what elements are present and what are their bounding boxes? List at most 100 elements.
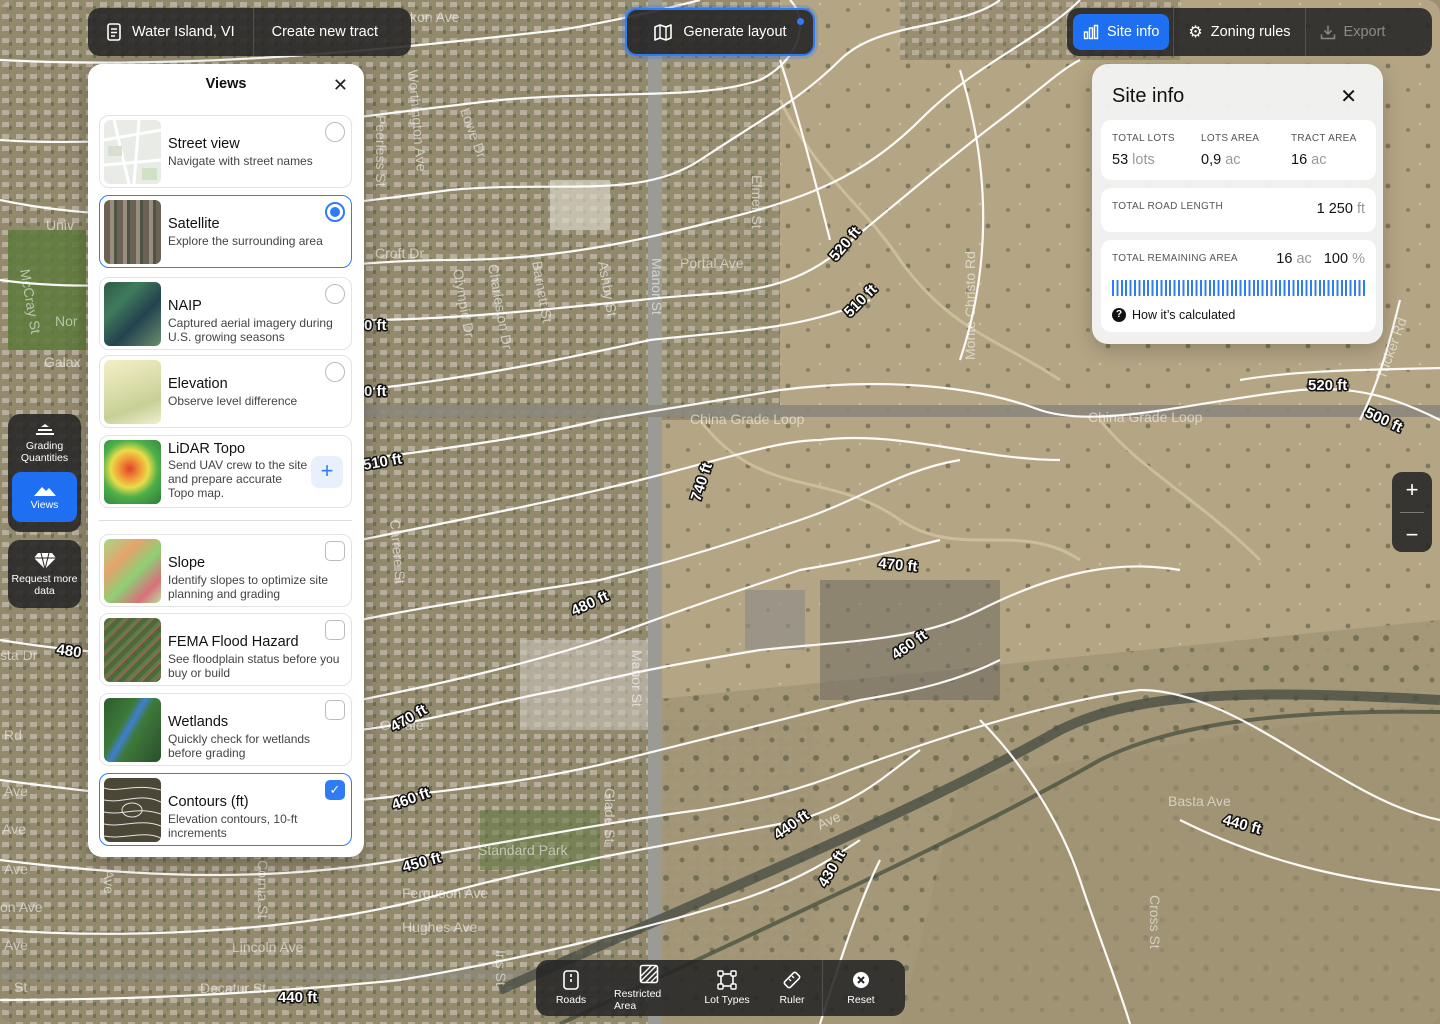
lots-area-value: 0,9 ac — [1201, 152, 1259, 168]
street-label: Manor St — [649, 258, 665, 315]
satellite-thumbnail — [104, 200, 161, 264]
street-label: Decatur St — [200, 980, 266, 996]
generate-layout-button[interactable]: Generate layout — [625, 8, 815, 56]
close-icon[interactable]: ✕ — [1340, 84, 1357, 109]
lots-summary-card: TOTAL LOTS 53 lots LOTS AREA 0,9 ac TRAC… — [1101, 120, 1376, 180]
road-icon — [563, 970, 579, 990]
radio-button[interactable] — [325, 284, 345, 304]
contour-label: 440 ft — [278, 989, 317, 1006]
radio-button[interactable] — [325, 122, 345, 142]
view-option-lidar[interactable]: LiDAR Topo Send UAV crew to the site and… — [99, 435, 352, 508]
street-view-thumbnail — [104, 120, 161, 184]
create-tract-button[interactable]: Create new tract — [254, 8, 396, 56]
ruler-label: Ruler — [779, 994, 805, 1006]
site-info-title: Site info — [1112, 85, 1185, 107]
radio-button[interactable] — [325, 362, 345, 382]
view-option-wetlands[interactable]: Wetlands Quickly check for wetlands befo… — [99, 693, 352, 766]
total-lots-value: 53 lots — [1112, 152, 1175, 168]
street-label: sta Dr — [0, 647, 38, 663]
how-calculated-link[interactable]: ? How it’s calculated — [1112, 308, 1235, 322]
lots-area-unit: ac — [1225, 152, 1241, 168]
bar-chart-icon — [1083, 24, 1099, 40]
street-label: Nor — [55, 313, 78, 329]
left-rail: Grading Quantities Views — [8, 414, 81, 532]
reset-tool[interactable]: Reset — [823, 960, 899, 1016]
tract-area-unit: ac — [1311, 152, 1327, 168]
location-selector[interactable]: Water Island, VI — [88, 8, 253, 56]
close-icon[interactable]: ✕ — [333, 75, 348, 96]
street-label: China Grade Loop — [1088, 409, 1203, 425]
view-desc: Observe level difference — [168, 394, 298, 408]
street-label: Cross St — [1147, 895, 1163, 949]
view-desc: Captured aerial imagery during U.S. grow… — [168, 316, 333, 344]
remaining-area-number: 16 — [1276, 251, 1293, 267]
views-panel-title: Views — [205, 76, 247, 92]
view-name: Wetlands — [168, 714, 229, 730]
roads-tool[interactable]: Roads — [536, 960, 606, 1016]
contour-label: 520 ft — [1308, 377, 1347, 394]
view-option-fema[interactable]: FEMA Flood Hazard See floodplain status … — [99, 613, 352, 686]
remaining-pct-number: 100 — [1323, 251, 1349, 267]
grading-quantities-button[interactable]: Grading Quantities — [12, 418, 77, 468]
street-label: Galax — [44, 354, 81, 370]
view-option-naip[interactable]: NAIP Captured aerial imagery during U.S.… — [99, 277, 352, 350]
zoning-rules-button[interactable]: ⚙ Zoning rules — [1178, 14, 1300, 50]
lot-types-tool[interactable]: Lot Types — [692, 960, 762, 1016]
request-more-data-button[interactable]: Request more data — [8, 540, 81, 608]
remaining-area-label: TOTAL REMAINING AREA — [1112, 253, 1238, 264]
total-lots-unit: lots — [1132, 152, 1155, 168]
view-desc: Navigate with street names — [168, 154, 313, 168]
contour-label: 0 ft — [364, 317, 387, 334]
hatched-square-icon — [639, 964, 659, 984]
ruler-icon — [783, 971, 801, 989]
street-label: China Grade Loop — [690, 411, 805, 427]
zoom-in-button[interactable]: + — [1406, 477, 1419, 503]
grading-label: Grading Quantities — [20, 439, 69, 464]
street-map-icon — [104, 120, 161, 184]
lots-area-label: LOTS AREA — [1201, 133, 1260, 144]
contours-thumbnail — [104, 778, 161, 842]
bounding-box-icon — [717, 970, 737, 990]
view-desc: Quickly check for wetlands before gradin… — [168, 732, 311, 760]
checkbox[interactable] — [325, 541, 345, 561]
slope-thumbnail — [104, 539, 161, 603]
restricted-area-tool[interactable]: Restricted Area — [606, 960, 692, 1016]
zoom-out-button[interactable]: − — [1406, 522, 1419, 548]
total-lots-number: 53 — [1112, 152, 1129, 168]
street-label: Ferguson Ave — [402, 885, 488, 901]
checkbox-checked[interactable]: ✓ — [325, 780, 345, 800]
radio-button-selected[interactable] — [325, 202, 345, 222]
diamond-icon — [33, 552, 56, 569]
help-icon: ? — [1112, 308, 1126, 322]
view-option-street[interactable]: Street view Navigate with street names — [99, 115, 352, 188]
views-button[interactable]: Views — [12, 472, 77, 522]
view-desc: Explore the surrounding area — [168, 234, 323, 248]
tract-area-value: 16 ac — [1291, 152, 1357, 168]
street-label: Glade St — [602, 788, 618, 843]
street-label: Manor St — [629, 650, 645, 707]
checkbox[interactable] — [325, 700, 345, 720]
remaining-area-progress-bar — [1112, 280, 1365, 296]
naip-thumbnail — [104, 282, 161, 346]
site-info-button[interactable]: Site info — [1073, 14, 1170, 50]
view-name: Slope — [168, 555, 206, 571]
view-option-satellite[interactable]: Satellite Explore the surrounding area — [99, 195, 352, 268]
tract-area-stat: TRACT AREA 16 ac — [1291, 133, 1357, 168]
view-option-contours[interactable]: Contours (ft) Elevation contours, 10-ft … — [99, 773, 352, 846]
street-label: Elmer St — [749, 175, 765, 229]
total-lots-label: TOTAL LOTS — [1112, 133, 1175, 144]
view-option-elevation[interactable]: Elevation Observe level difference — [99, 355, 352, 428]
ruler-tool[interactable]: Ruler — [762, 960, 822, 1016]
view-option-slope[interactable]: Slope Identify slopes to optimize site p… — [99, 534, 352, 607]
notification-dot — [797, 18, 804, 25]
view-desc: Elevation contours, 10-ft increments — [168, 812, 298, 840]
street-label: Ave — [4, 937, 28, 953]
checkbox[interactable] — [325, 620, 345, 640]
road-length-card: TOTAL ROAD LENGTH 1 250 ft — [1101, 188, 1376, 232]
view-name: FEMA Flood Hazard — [168, 634, 299, 650]
how-calculated-label: How it’s calculated — [1132, 308, 1236, 322]
add-icon[interactable]: + — [311, 456, 343, 488]
view-name: Contours (ft) — [168, 794, 249, 810]
divider — [1400, 511, 1424, 513]
export-button[interactable]: Export — [1310, 14, 1396, 50]
